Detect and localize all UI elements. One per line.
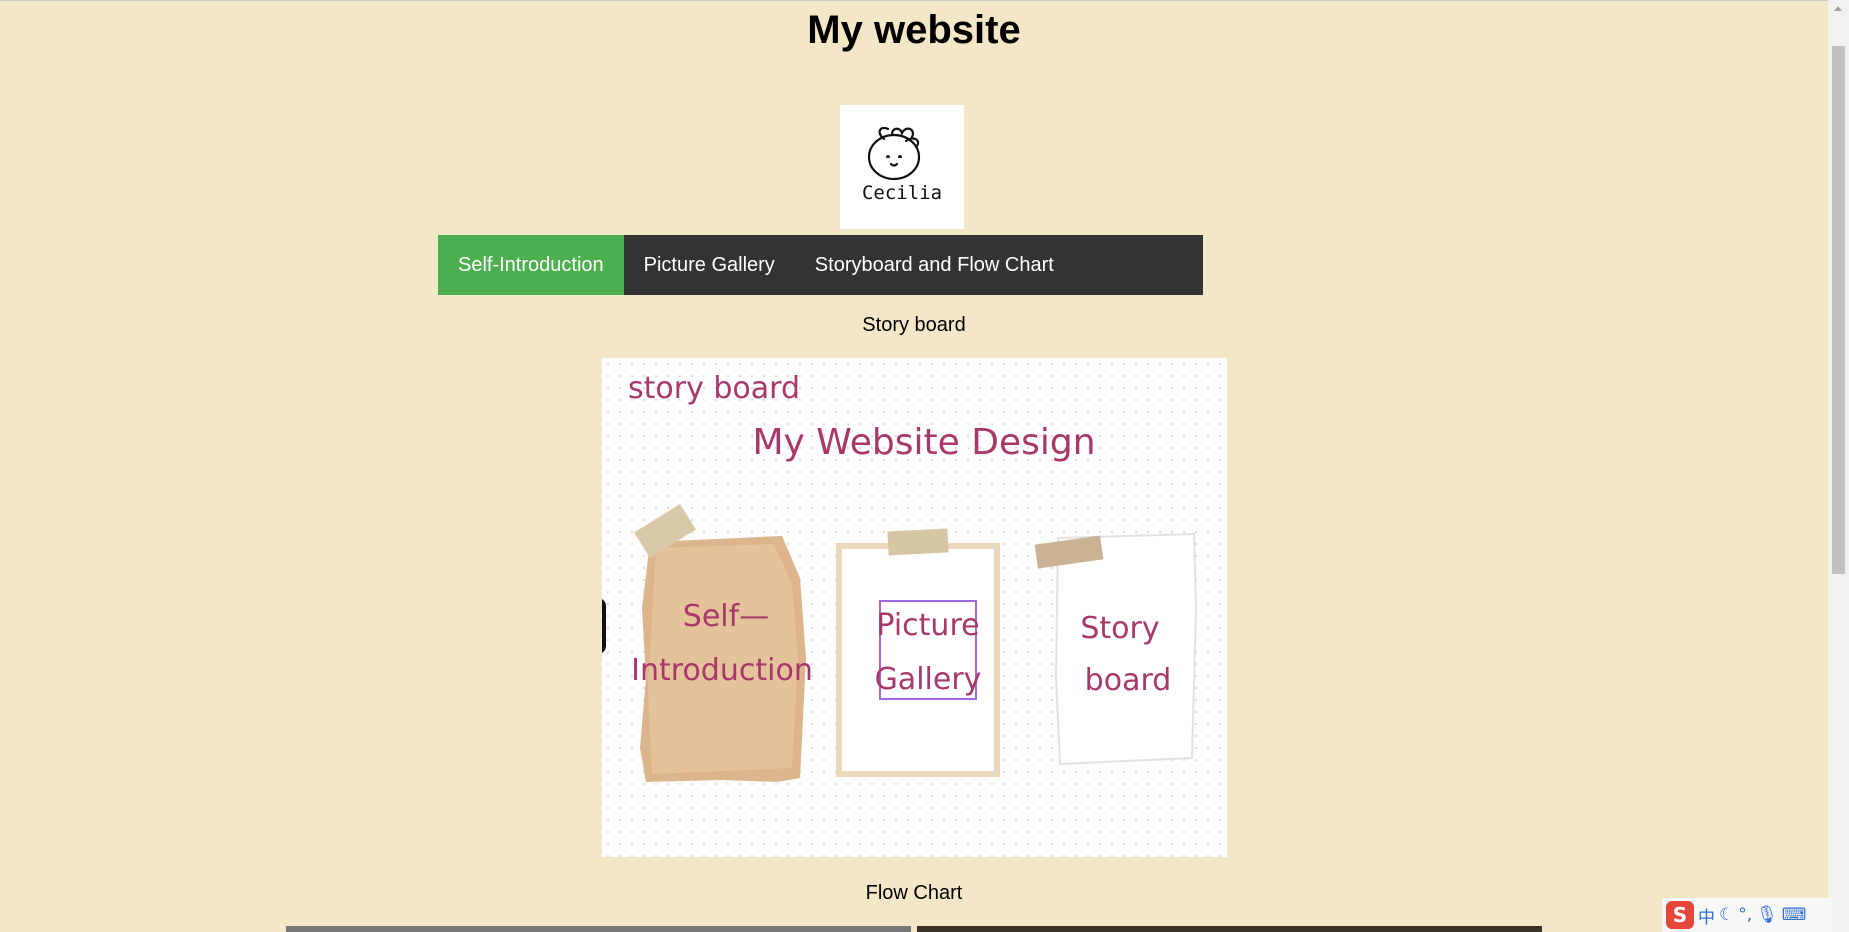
punctuation-icon[interactable]: °, <box>1738 905 1752 925</box>
flowchart-image-left <box>286 926 911 932</box>
card-storyboard: Story board <box>1034 532 1198 766</box>
partial-dark-shape <box>602 599 606 653</box>
svg-text:Story: Story <box>1080 611 1159 646</box>
storyboard-image: story board My Website Design Self— Intr… <box>602 358 1227 857</box>
page-content: My website Cecilia Self-Introduction Pic… <box>0 0 1828 932</box>
storyboard-corner-label: story board <box>628 371 800 406</box>
storyboard-caption: Story board <box>862 314 966 336</box>
svg-text:Gallery: Gallery <box>875 662 982 697</box>
keyboard-icon[interactable]: ⌨ <box>1782 905 1807 925</box>
moon-icon[interactable]: ☾ <box>1719 905 1734 925</box>
nav-item-picture-gallery[interactable]: Picture Gallery <box>624 235 795 295</box>
page-title: My website <box>807 8 1021 52</box>
logo-text: Cecilia <box>862 182 942 204</box>
svg-text:Self—: Self— <box>683 599 769 634</box>
scrollbar-thumb[interactable] <box>1832 46 1845 574</box>
ime-toolbar: S 中 ☾ °, 🎙 ⌨ <box>1662 898 1832 932</box>
svg-text:Introduction: Introduction <box>631 653 813 688</box>
card-self-introduction: Self— Introduction <box>631 503 813 782</box>
microphone-icon[interactable]: 🎙 <box>1756 905 1778 925</box>
nav-item-storyboard-flow-chart[interactable]: Storyboard and Flow Chart <box>795 235 1074 295</box>
main-navigation: Self-Introduction Picture Gallery Storyb… <box>438 235 1203 295</box>
card-picture-gallery: Picture Gallery <box>836 528 1000 777</box>
flowchart-image-right <box>917 926 1542 932</box>
flowchart-caption: Flow Chart <box>865 882 963 904</box>
storyboard-heading: My Website Design <box>752 422 1095 463</box>
cecilia-logo-icon: Cecilia <box>862 126 942 204</box>
logo: Cecilia <box>840 105 964 229</box>
svg-text:board: board <box>1085 663 1172 698</box>
svg-text:Picture: Picture <box>876 608 979 643</box>
nav-item-self-introduction[interactable]: Self-Introduction <box>438 235 624 295</box>
sogou-logo-icon[interactable]: S <box>1666 901 1694 929</box>
ime-mode-toggle[interactable]: 中 <box>1698 903 1715 928</box>
scroll-up-arrow-icon[interactable] <box>1828 0 1849 17</box>
vertical-scrollbar[interactable] <box>1828 0 1849 932</box>
